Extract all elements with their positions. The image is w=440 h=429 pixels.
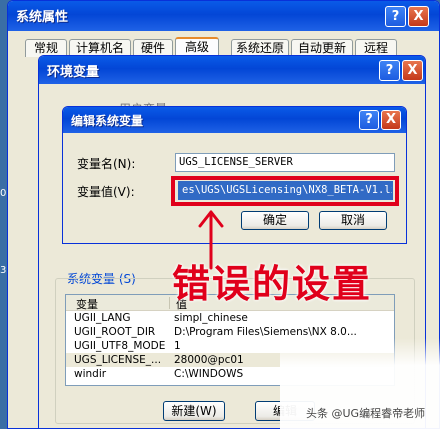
edit-var-title: 编辑系统变量 [71,114,144,128]
error-annotation-text: 错误的设置 [172,262,373,306]
var-name: UGS_LICENSE_... [74,354,162,366]
cancel-button[interactable]: 取消 [319,211,387,230]
env-close-button[interactable]: X [402,60,423,81]
error-highlight-box [171,176,399,206]
table-row[interactable]: UGII_ROOT_DIR D:\Program Files\Siemens\N… [66,325,394,339]
var-name: UGII_LANG [74,312,131,324]
env-vars-title: 环境变量 [47,65,100,80]
new-variable-button[interactable]: 新建(W) [163,401,225,421]
column-header-variable[interactable]: 变量 [76,296,98,312]
edit-var-dialog: 编辑系统变量 ? X 变量名(N): UGS_LICENSE_SERVER 变量… [62,106,407,244]
var-name: UGII_UTF8_MODE [74,340,166,352]
env-vars-titlebar[interactable]: 环境变量 ? X [39,56,425,84]
edit-var-titlebar[interactable]: 编辑系统变量 ? X [63,107,406,133]
edit-close-button[interactable]: X [381,110,401,130]
help-button[interactable]: ? [385,6,406,27]
tab-advanced[interactable]: 高级 [175,37,219,57]
var-value: simpl_chinese [174,312,248,324]
system-properties-titlebar[interactable]: 系统属性 ? X [8,1,439,31]
var-value: D:\Program Files\Siemens\NX 8.0... [174,326,357,338]
watermark-text: 头条 @UG编程睿帝老师 [306,407,426,420]
variable-name-label: 变量名(N): [77,157,136,171]
edge-mark-3: 3 [0,265,7,276]
var-name: windir [74,368,107,380]
variable-value-label: 变量值(V): [77,185,135,199]
var-name: UGII_ROOT_DIR [74,326,156,338]
env-help-button[interactable]: ? [379,60,400,81]
system-properties-title: 系统属性 [16,10,69,25]
close-button[interactable]: X [408,6,429,27]
ok-button[interactable]: 确定 [241,211,309,230]
edit-help-button[interactable]: ? [359,110,379,130]
variable-name-field[interactable]: UGS_LICENSE_SERVER [175,153,395,172]
table-row[interactable]: UGII_LANG simpl_chinese [66,311,394,325]
